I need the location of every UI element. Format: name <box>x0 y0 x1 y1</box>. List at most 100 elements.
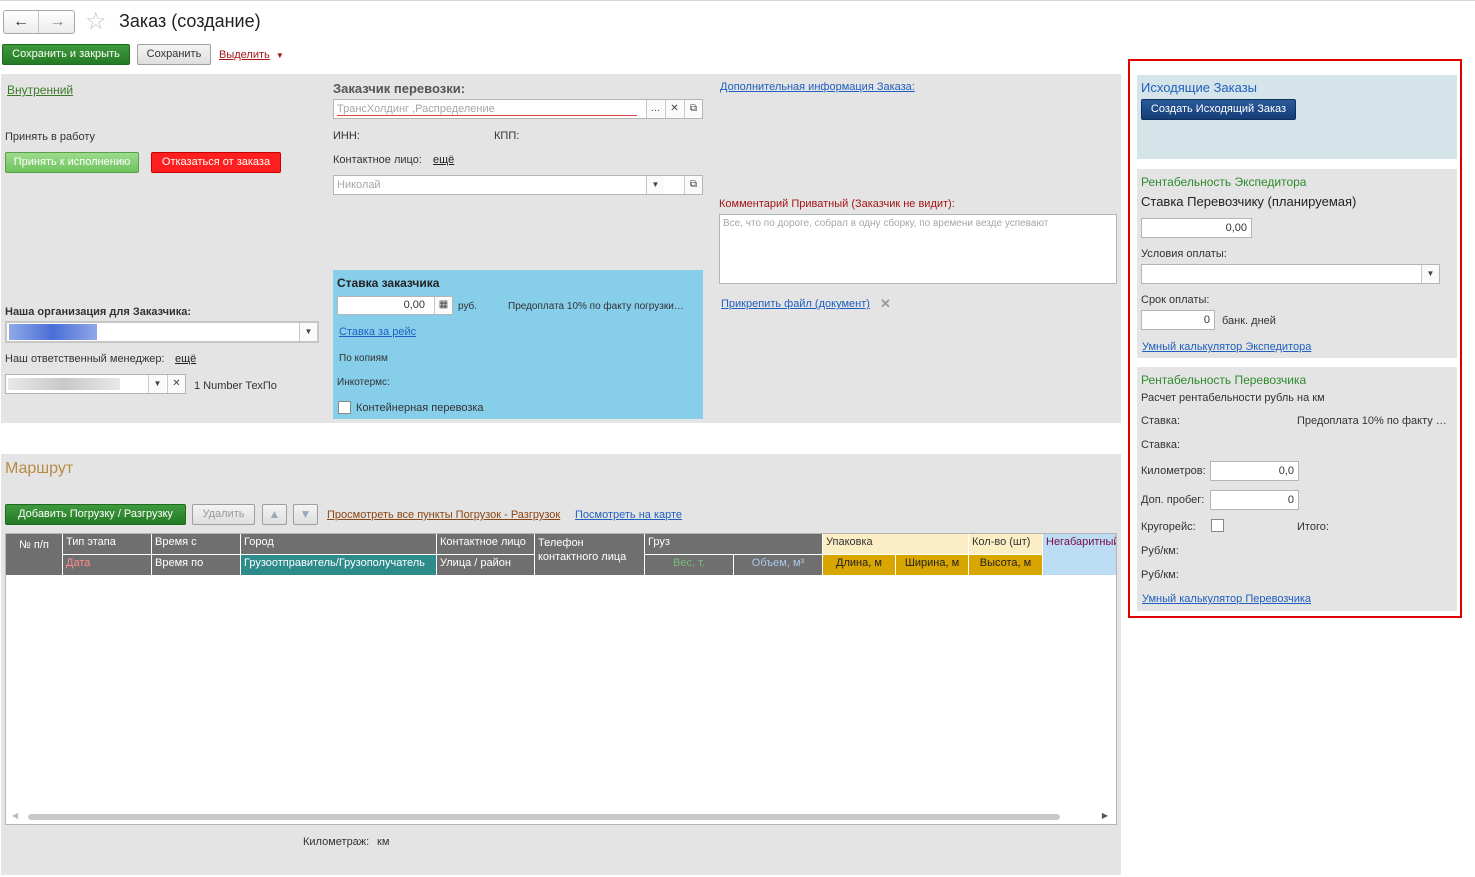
our-org-label: Наша организация для Заказчика: <box>5 306 192 318</box>
planned-rate-value: 0,00 <box>1225 222 1247 234</box>
select-menu-label: Выделить <box>219 49 270 61</box>
extra-run-input[interactable]: 0 <box>1210 490 1299 510</box>
top-border <box>0 0 1475 1</box>
col-packaging[interactable]: Упаковка <box>823 534 969 555</box>
forwarder-title: Рентабельность Экспедитора <box>1141 175 1307 189</box>
pay-term-value: 0 <box>1203 314 1210 326</box>
per-trip-link[interactable]: Ставка за рейс <box>339 326 416 338</box>
scroll-left-icon[interactable]: ◀ <box>12 811 18 820</box>
manager-select[interactable]: ▼ ✕ <box>5 374 186 394</box>
accept-execution-button[interactable]: Принять к исполнению <box>5 152 139 173</box>
total-label: Итого: <box>1297 521 1329 533</box>
clear-icon[interactable]: ✕ <box>665 100 683 118</box>
smart-calc-forwarder-link[interactable]: Умный калькулятор Экспедитора <box>1142 341 1311 353</box>
chevron-down-icon[interactable]: ▼ <box>299 323 317 341</box>
round-trip-checkbox[interactable] <box>1211 519 1224 532</box>
pay-term-input[interactable]: 0 <box>1141 310 1215 330</box>
container-checkbox[interactable] <box>338 401 351 414</box>
planned-rate-input[interactable]: 0,00 <box>1141 218 1252 238</box>
private-comment-textarea[interactable]: Все, что по дороге, собрал в одну сборку… <box>719 214 1117 284</box>
chevron-down-icon: ▼ <box>275 51 284 60</box>
internal-link[interactable]: Внутренний <box>7 83 73 97</box>
bank-days-label: банк. дней <box>1222 315 1276 327</box>
scroll-right-icon[interactable]: ▶ <box>1102 811 1108 820</box>
manager-redacted-value <box>8 378 120 390</box>
calendar-icon[interactable]: ▦ <box>434 297 452 314</box>
km-input[interactable]: 0,0 <box>1210 461 1299 481</box>
pay-terms-label: Условия оплаты: <box>1141 248 1227 260</box>
outgoing-orders-title: Исходящие Заказы <box>1141 80 1258 95</box>
col-number[interactable]: № п/п <box>6 534 63 576</box>
save-and-close-button[interactable]: Сохранить и закрыть <box>2 44 130 65</box>
col-volume[interactable]: Объем, м³ <box>734 555 823 576</box>
container-label: Контейнерная перевозка <box>356 402 484 414</box>
move-up-button[interactable]: ▲ <box>262 504 287 525</box>
col-street[interactable]: Улица / район <box>437 555 535 576</box>
chevron-down-icon[interactable]: ▼ <box>1421 265 1439 283</box>
accept-work-label: Принять в работу <box>5 131 95 143</box>
save-button[interactable]: Сохранить <box>137 44 211 65</box>
contact-value: Николай <box>337 179 381 191</box>
add-load-unload-button[interactable]: Добавить Погрузку / Разгрузку <box>5 504 186 525</box>
forward-arrow-icon[interactable]: → <box>40 11 75 33</box>
view-all-points-link[interactable]: Просмотреть все пункты Погрузок - Разгру… <box>327 509 560 521</box>
our-org-select[interactable]: ▼ <box>5 321 319 343</box>
contact-select[interactable]: Николай ▼ ⧉ <box>333 175 703 195</box>
col-shipper[interactable]: Грузоотправитель/Грузополучатель <box>241 555 437 576</box>
rate-value: 0,00 <box>403 299 425 311</box>
route-table: № п/п Тип этапа Дата Время с Время по Го… <box>5 533 1117 825</box>
col-time-from[interactable]: Время с <box>152 534 241 555</box>
private-comment-label: Комментарий Приватный (Заказчик не видит… <box>719 198 955 210</box>
view-on-map-link[interactable]: Посмотреть на карте <box>575 509 682 521</box>
open-window-icon[interactable]: ⧉ <box>684 100 702 118</box>
col-cargo[interactable]: Груз <box>645 534 823 555</box>
arrow-down-icon: ▼ <box>299 507 312 521</box>
nav-buttons: ← → <box>3 10 75 34</box>
extra-run-value: 0 <box>1287 494 1294 506</box>
customer-rate-panel <box>333 270 703 419</box>
col-stage-type[interactable]: Тип этапа <box>63 534 152 555</box>
col-oversize[interactable]: Негабаритный <box>1043 534 1116 576</box>
delete-button[interactable]: Удалить <box>192 504 255 525</box>
extra-run-label: Доп. пробег: <box>1141 494 1205 506</box>
col-length[interactable]: Длина, м <box>823 555 896 576</box>
reject-order-button[interactable]: Отказаться от заказа <box>151 152 281 173</box>
rub-km-label-1: Руб/км: <box>1141 545 1179 557</box>
contact-more-link[interactable]: ещё <box>433 154 454 166</box>
manager-label: Наш ответственный менеджер: <box>5 353 165 365</box>
col-time-to[interactable]: Время по <box>152 555 241 576</box>
col-width[interactable]: Ширина, м <box>896 555 969 576</box>
table-scrollbar[interactable]: ◀ ▶ <box>6 810 1116 824</box>
move-down-button[interactable]: ▼ <box>293 504 318 525</box>
contact-label: Контактное лицо: <box>333 154 422 166</box>
smart-calc-carrier-link[interactable]: Умный калькулятор Перевозчика <box>1142 593 1311 605</box>
incoterms-label: Инкотермс: <box>337 377 390 388</box>
favorite-star-icon[interactable]: ☆ <box>85 7 107 36</box>
customer-select[interactable]: ТрансХолдинг ,Распределение … ✕ ⧉ <box>333 99 703 119</box>
scrollbar-thumb[interactable] <box>28 814 1060 820</box>
select-menu[interactable]: Выделить ▼ <box>219 49 284 61</box>
rate-title: Ставка заказчика <box>337 276 440 290</box>
mileage-label: Километраж: <box>303 836 370 848</box>
pay-terms-select[interactable]: ▼ <box>1141 264 1440 284</box>
clear-icon[interactable]: ✕ <box>167 375 185 393</box>
col-contact[interactable]: Контактное лицо <box>437 534 535 555</box>
chevron-down-icon[interactable]: ▼ <box>148 375 166 393</box>
open-window-icon[interactable]: ⧉ <box>684 176 702 194</box>
rate-input[interactable]: 0,00 ▦ <box>337 296 453 315</box>
back-arrow-icon[interactable]: ← <box>4 11 39 33</box>
create-outgoing-order-button[interactable]: Создать Исходящий Заказ <box>1141 99 1296 120</box>
col-city[interactable]: Город <box>241 534 437 555</box>
carrier-title: Рентабельность Перевозчика <box>1141 373 1307 387</box>
col-phone[interactable]: Телефон контактного лица <box>535 534 645 576</box>
col-quantity[interactable]: Кол-во (шт) <box>969 534 1043 555</box>
remove-icon[interactable]: ✕ <box>880 296 891 312</box>
manager-more-link[interactable]: ещё <box>175 353 196 365</box>
col-weight[interactable]: Вес, т. <box>645 555 734 576</box>
col-height[interactable]: Высота, м <box>969 555 1043 576</box>
col-date[interactable]: Дата <box>63 555 152 576</box>
chevron-down-icon[interactable]: ▼ <box>646 176 664 194</box>
additional-info-link[interactable]: Дополнительная информация Заказа: <box>720 81 915 93</box>
more-dots-icon[interactable]: … <box>646 100 664 118</box>
attach-file-link[interactable]: Прикрепить файл (документ) <box>721 298 870 310</box>
